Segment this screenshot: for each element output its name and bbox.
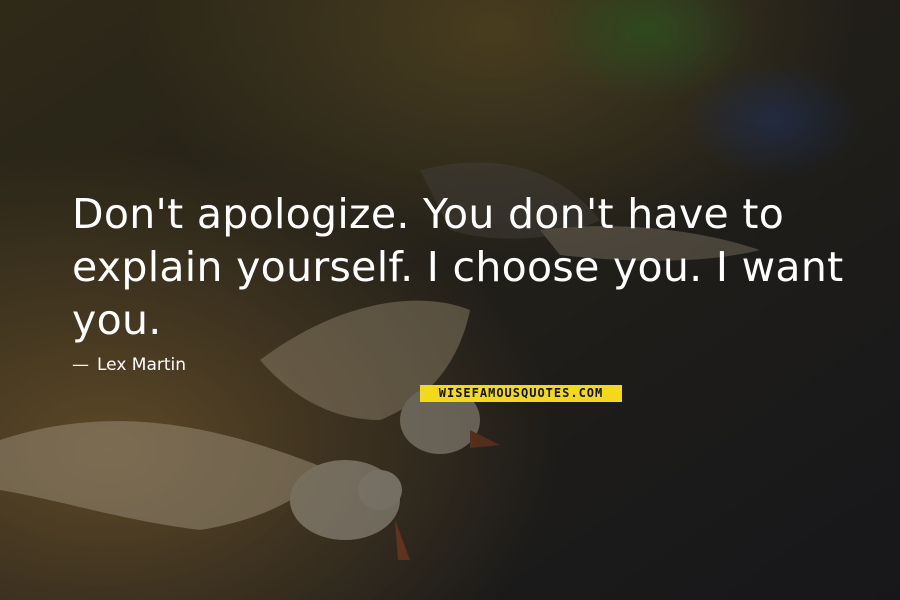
quote-author: — Lex Martin — [72, 353, 186, 377]
watermark-badge: WISEFAMOUSQUOTES.COM — [420, 385, 622, 402]
author-dash: — — [72, 355, 89, 375]
author-name: Lex Martin — [97, 355, 187, 375]
watermark-text: WISEFAMOUSQUOTES.COM — [438, 386, 604, 400]
quote-text: Don't apologize. You don't have to expla… — [72, 190, 844, 344]
